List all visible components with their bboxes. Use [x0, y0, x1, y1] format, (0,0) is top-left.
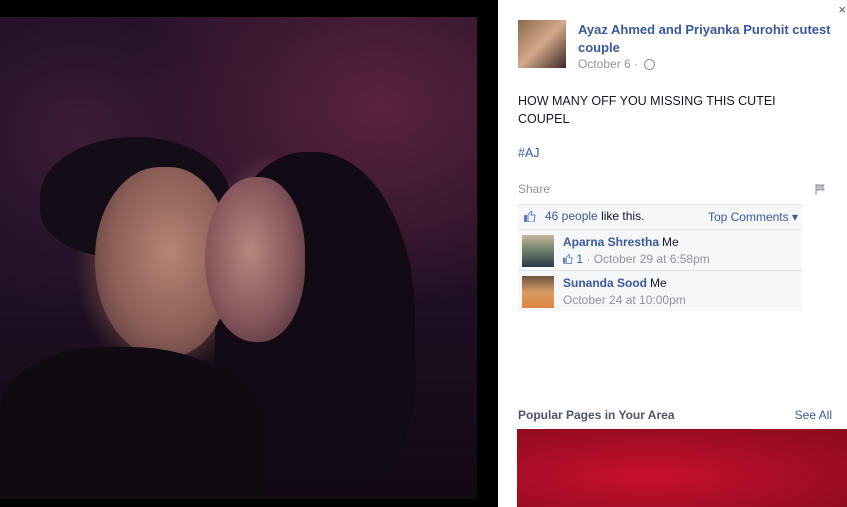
likes-suffix: like this.: [601, 209, 645, 223]
hashtag-link[interactable]: #AJ: [518, 146, 540, 160]
comment-item: Sunanda Sood Me October 24 at 10:00pm: [518, 270, 802, 309]
close-icon[interactable]: ×: [838, 2, 846, 17]
share-link[interactable]: Share: [518, 182, 550, 196]
post-photo[interactable]: [0, 17, 477, 499]
like-thumb-icon: [524, 211, 536, 222]
comment-like-count[interactable]: 1: [576, 252, 583, 266]
likes-box: 46 people like this. Top Comments ▾ Apar…: [518, 204, 802, 311]
comment-time[interactable]: October 24 at 10:00pm: [563, 293, 686, 307]
flag-icon[interactable]: [815, 184, 826, 195]
globe-icon: [644, 59, 656, 71]
see-all-link[interactable]: See All: [795, 408, 832, 422]
commenter-name[interactable]: Sunanda Sood: [563, 276, 647, 290]
page-avatar[interactable]: [518, 20, 566, 68]
comment-meta: 1 · October 29 at 6:58pm: [563, 252, 710, 266]
photo-viewer: [0, 0, 498, 507]
photo-face-woman: [205, 177, 305, 342]
post-text: HOW MANY OFF YOU MISSING THIS CUTEI COUP…: [518, 94, 776, 126]
comment-time[interactable]: · October 29 at 6:58pm: [586, 252, 709, 266]
post-date: October 6 ·: [578, 57, 656, 71]
post-date-text[interactable]: October 6: [578, 57, 631, 71]
post-author[interactable]: Ayaz Ahmed and Priyanka Purohit cutest c…: [578, 21, 840, 57]
comment-item: Aparna Shrestha Me 1 · October 29 at 6:58…: [518, 229, 802, 268]
likes-count-link[interactable]: 46 people: [545, 209, 598, 223]
top-comments-dropdown[interactable]: Top Comments ▾: [708, 210, 798, 224]
comment-meta: October 24 at 10:00pm: [563, 293, 686, 307]
commenter-avatar[interactable]: [522, 276, 554, 308]
commenter-avatar[interactable]: [522, 235, 554, 267]
likes-summary: 46 people like this. Top Comments ▾: [518, 205, 802, 228]
comment-author: Sunanda Sood Me: [563, 276, 667, 290]
photo-shirt: [0, 347, 260, 499]
post-side-panel: × Ayaz Ahmed and Priyanka Purohit cutest…: [498, 0, 847, 507]
likes-text: 46 people like this.: [545, 209, 644, 223]
like-thumb-icon: [563, 253, 573, 264]
popular-page-banner[interactable]: [517, 429, 847, 507]
commenter-name[interactable]: Aparna Shrestha: [563, 235, 659, 249]
comment-text: Me: [662, 235, 679, 249]
popular-pages-heading: Popular Pages in Your Area: [518, 408, 675, 422]
comment-text: Me: [650, 276, 667, 290]
comment-author: Aparna Shrestha Me: [563, 235, 679, 249]
date-separator: ·: [634, 57, 639, 71]
